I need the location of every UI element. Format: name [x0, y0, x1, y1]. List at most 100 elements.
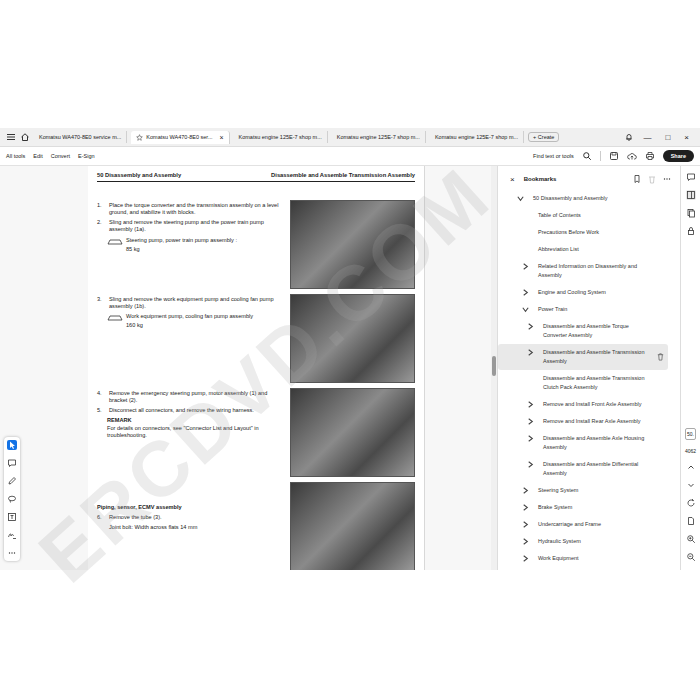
bookmark-item[interactable]: Remove and Install Rear Axle Assembly	[498, 413, 680, 430]
bookmark-item[interactable]: Work Equipment	[498, 550, 680, 567]
star-icon[interactable]	[136, 134, 143, 141]
zoom-in-icon[interactable]	[686, 534, 696, 544]
bookmark-label[interactable]: Related Information on Disassembly and A…	[538, 262, 654, 280]
trash-icon[interactable]	[656, 352, 665, 361]
print-icon[interactable]	[645, 151, 655, 161]
search-field[interactable]: Find text or tools	[533, 153, 574, 159]
bookmark-label[interactable]: Abbreviation List	[538, 245, 654, 254]
bookmark-label[interactable]: Remove and Install Rear Axle Assembly	[543, 417, 654, 426]
bookmark-label[interactable]: Work Equipment	[538, 554, 654, 563]
add-bookmark-icon[interactable]	[632, 174, 642, 184]
plus-glyph[interactable]: +	[533, 134, 536, 140]
bookmark-label[interactable]: Disassemble and Assemble Axle Housing As…	[543, 434, 654, 452]
zoom-out-icon[interactable]	[686, 552, 696, 562]
text-box-icon[interactable]	[7, 512, 17, 522]
chevron-icon[interactable]	[526, 400, 535, 409]
bookmark-item[interactable]: Disassemble and Assemble Transmission Cl…	[498, 370, 680, 396]
document-tab[interactable]: Komatsu engine 125E-7 shop m...	[234, 131, 328, 143]
bookmark-label[interactable]: Steering System	[538, 486, 654, 495]
bookmark-label[interactable]: Power Train	[538, 305, 654, 314]
more-icon[interactable]	[7, 548, 17, 558]
chevron-down-icon[interactable]	[686, 480, 696, 490]
chevron-icon[interactable]	[521, 288, 530, 297]
close-panel-button[interactable]: ×	[510, 175, 515, 184]
menu-item[interactable]: All tools	[6, 153, 25, 159]
chevron-icon[interactable]	[526, 460, 535, 469]
save-icon[interactable]	[609, 151, 619, 161]
tab-label[interactable]: Komatsu engine 125E-7 shop m...	[435, 134, 518, 140]
menu-item[interactable]: Edit	[33, 153, 42, 159]
lock-icon[interactable]	[686, 226, 696, 236]
bookmark-item[interactable]: Disassemble and Assemble Transmission As…	[498, 344, 668, 370]
menu-item[interactable]: E-Sign	[78, 153, 95, 159]
scroll-thumb[interactable]	[492, 356, 496, 376]
scrollbar[interactable]	[491, 166, 497, 570]
tab-label[interactable]: Komatsu engine 125E-7 shop m...	[337, 134, 420, 140]
window-control-button[interactable]: —	[638, 133, 656, 142]
bookmark-item[interactable]: Undercarriage and Frame	[498, 516, 680, 533]
bookmark-item[interactable]: Steering System	[498, 482, 680, 499]
document-tab[interactable]: Komatsu WA470-8E0 ser... ×	[131, 131, 229, 144]
chevron-icon[interactable]	[521, 486, 530, 495]
bookmark-label[interactable]: Engine and Cooling System	[538, 288, 654, 297]
document-tab[interactable]: Komatsu engine 125E-7 shop m...	[430, 131, 524, 143]
window-control-button[interactable]: ×	[679, 133, 694, 142]
document-tab[interactable]: Komatsu engine 125E-7 shop m...	[332, 131, 426, 143]
sign-icon[interactable]	[7, 530, 17, 540]
tab-label[interactable]: Komatsu engine 125E-7 shop m...	[239, 134, 322, 140]
tab-close-button[interactable]: ×	[215, 134, 223, 141]
menu-icon[interactable]	[6, 132, 16, 142]
pages-icon[interactable]	[686, 208, 696, 218]
page-number-field[interactable]: 50.	[685, 428, 696, 440]
create-label[interactable]: Create	[538, 134, 555, 140]
bookmark-item[interactable]: Remove and Install Front Axle Assembly	[498, 396, 680, 413]
bookmark-label[interactable]: Brake System	[538, 503, 654, 512]
bookmark-item[interactable]: Abbreviation List	[498, 241, 680, 258]
bookmark-item[interactable]: 50 Disassembly and Assembly	[498, 190, 680, 207]
chevron-icon[interactable]	[521, 554, 530, 563]
notification-icon[interactable]	[624, 132, 634, 142]
bookmark-item[interactable]: Disassemble and Assemble Torque Converte…	[498, 318, 680, 344]
bookmark-item[interactable]: Disassemble and Assemble Axle Housing As…	[498, 430, 680, 456]
chevron-icon[interactable]	[521, 305, 530, 314]
select-pointer-icon[interactable]	[7, 440, 17, 450]
bookmark-item[interactable]: Precautions Before Work	[498, 224, 680, 241]
bookmark-label[interactable]: Precautions Before Work	[538, 228, 654, 237]
chevron-up-icon[interactable]	[686, 462, 696, 472]
comment-icon[interactable]	[7, 458, 17, 468]
chevron-icon[interactable]	[516, 194, 525, 203]
bookmark-item[interactable]: Disassemble and Assemble Differential As…	[498, 456, 680, 482]
chevron-icon[interactable]	[526, 417, 535, 426]
refresh-icon[interactable]	[686, 498, 696, 508]
search-icon[interactable]	[582, 151, 592, 161]
bookmark-label[interactable]: Disassemble and Assemble Transmission Cl…	[543, 374, 654, 392]
document-tab[interactable]: Komatsu WA470-8E0 service m...	[34, 131, 127, 143]
lasso-icon[interactable]	[7, 494, 17, 504]
menu-item[interactable]: Convert	[51, 153, 70, 159]
bookmark-item[interactable]: Table of Contents	[498, 207, 680, 224]
chevron-icon[interactable]	[521, 537, 530, 546]
upload-cloud-icon[interactable]	[627, 151, 637, 161]
bookmark-label[interactable]: Remove and Install Front Axle Assembly	[543, 400, 654, 409]
bookmark-item[interactable]: Engine and Cooling System	[498, 284, 680, 301]
tab-label[interactable]: Komatsu WA470-8E0 service m...	[39, 134, 121, 140]
chevron-icon[interactable]	[521, 262, 530, 271]
chat-icon[interactable]	[686, 172, 696, 182]
bookmark-label[interactable]: Disassemble and Assemble Transmission As…	[543, 348, 654, 366]
window-control-button[interactable]: □	[660, 133, 675, 142]
bookmark-label[interactable]: Disassemble and Assemble Differential As…	[543, 460, 654, 478]
create-button[interactable]: + Create	[528, 132, 559, 142]
bookmark-label[interactable]: Hydraulic System	[538, 537, 654, 546]
bookmark-item[interactable]: Hydraulic System	[498, 533, 680, 550]
chevron-icon[interactable]	[521, 503, 530, 512]
bookmark-label[interactable]: 50 Disassembly and Assembly	[533, 194, 654, 203]
bookmark-item[interactable]: Brake System	[498, 499, 680, 516]
bookmark-item[interactable]: Related Information on Disassembly and A…	[498, 258, 680, 284]
chevron-icon[interactable]	[526, 434, 535, 443]
chevron-icon[interactable]	[526, 322, 535, 331]
bookmark-label[interactable]: Disassemble and Assemble Torque Converte…	[543, 322, 654, 340]
share-button[interactable]: Share	[663, 150, 694, 162]
bookmark-panel-icon[interactable]	[686, 190, 696, 200]
pen-icon[interactable]	[7, 476, 17, 486]
bookmark-item[interactable]: Power Train	[498, 301, 680, 318]
